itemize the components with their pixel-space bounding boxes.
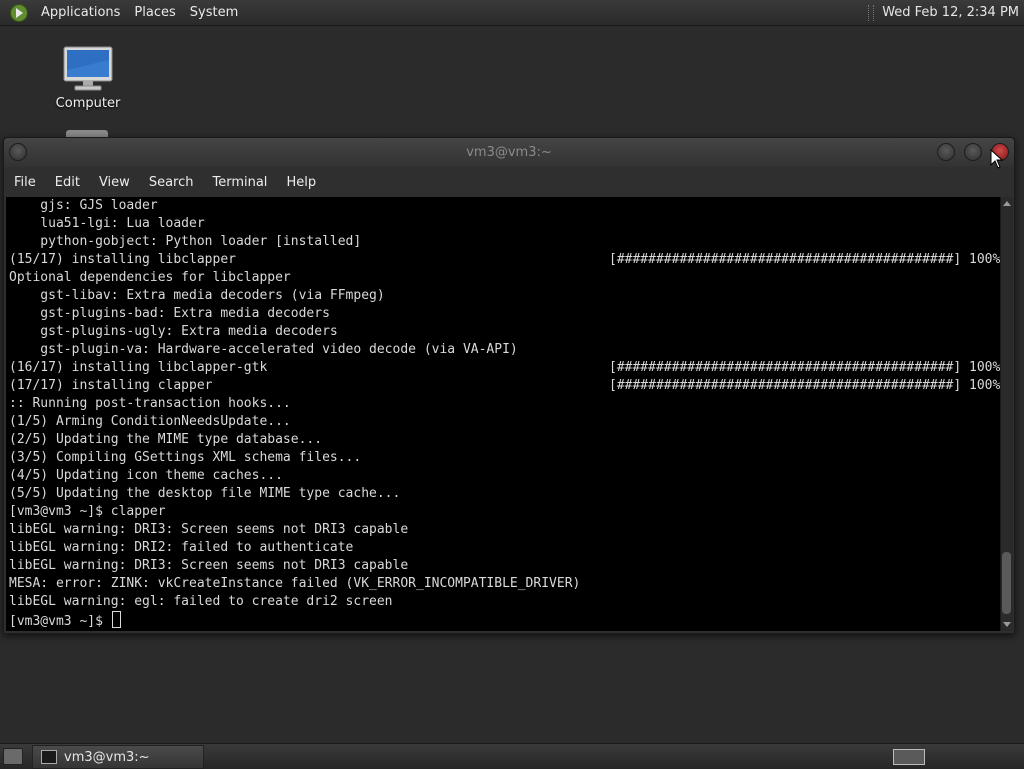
scroll-down-arrow-icon[interactable] xyxy=(1003,622,1011,627)
terminal-line: libEGL warning: DRI3: Screen seems not D… xyxy=(6,557,1000,575)
terminal-line: lua51-lgi: Lua loader xyxy=(6,215,1000,233)
menu-terminal[interactable]: Terminal xyxy=(202,175,276,190)
terminal-line: :: Running post-transaction hooks... xyxy=(6,395,1000,413)
desktop-icon-computer[interactable]: Computer xyxy=(48,46,128,111)
terminal-line: gst-libav: Extra media decoders (via FFm… xyxy=(6,287,1000,305)
bottom-panel: vm3@vm3:~ xyxy=(0,743,1024,769)
terminal-icon xyxy=(41,750,57,764)
text-cursor xyxy=(111,611,121,628)
minimize-button[interactable] xyxy=(937,143,955,161)
titlebar[interactable]: vm3@vm3:~ xyxy=(4,138,1014,167)
terminal-line: (16/17) installing libclapper-gtk [######… xyxy=(6,359,1000,377)
terminal-line-text: [vm3@vm3 ~]$ clapper xyxy=(9,504,166,519)
terminal-line: python-gobject: Python loader [installed… xyxy=(6,233,1000,251)
scrollbar[interactable] xyxy=(1000,197,1013,631)
scrollbar-thumb[interactable] xyxy=(1002,552,1011,614)
terminal-line-text: gst-plugins-bad: Extra media decoders xyxy=(9,306,330,321)
computer-icon xyxy=(63,46,113,91)
terminal-line-text: Optional dependencies for libclapper xyxy=(9,270,291,285)
menu-edit[interactable]: Edit xyxy=(45,175,89,190)
terminal-line-text: (3/5) Compiling GSettings XML schema fil… xyxy=(9,450,362,465)
terminal-output[interactable]: gjs: GJS loader lua51-lgi: Lua loader py… xyxy=(6,197,1000,631)
terminal-line: (2/5) Updating the MIME type database... xyxy=(6,431,1000,449)
progress-bar-text: [#######################################… xyxy=(609,360,1000,375)
terminal-window[interactable]: vm3@vm3:~ File Edit View Search Terminal… xyxy=(3,137,1015,634)
menu-system[interactable]: System xyxy=(183,5,245,20)
terminal-line-text: gjs: GJS loader xyxy=(9,198,158,213)
terminal-line: gst-plugin-va: Hardware-accelerated vide… xyxy=(6,341,1000,359)
terminal-line-text: python-gobject: Python loader [installed… xyxy=(9,234,362,249)
menu-help[interactable]: Help xyxy=(276,175,325,190)
panel-separator xyxy=(868,4,875,21)
terminal-line: (5/5) Updating the desktop file MIME typ… xyxy=(6,485,1000,503)
terminal-line-text: :: Running post-transaction hooks... xyxy=(9,396,291,411)
terminal-line: [vm3@vm3 ~]$ clapper xyxy=(6,503,1000,521)
terminal-line-text: gst-plugin-va: Hardware-accelerated vide… xyxy=(9,342,518,357)
progress-bar-text: [#######################################… xyxy=(609,378,1000,393)
taskbar-button-terminal[interactable]: vm3@vm3:~ xyxy=(32,745,204,769)
desktop-icon-label: Computer xyxy=(55,96,121,111)
menu-places[interactable]: Places xyxy=(127,5,182,20)
clock[interactable]: Wed Feb 12, 2:34 PM xyxy=(882,5,1019,20)
menu-search[interactable]: Search xyxy=(139,175,203,190)
terminal-line-text: gst-libav: Extra media decoders (via FFm… xyxy=(9,288,385,303)
terminal-line-text: MESA: error: ZINK: vkCreateInstance fail… xyxy=(9,576,581,591)
workspace-switcher[interactable] xyxy=(893,749,925,765)
menu-file[interactable]: File xyxy=(4,175,45,190)
terminal-line-text: libEGL warning: DRI3: Screen seems not D… xyxy=(9,522,409,537)
terminal-line-text: gst-plugins-ugly: Extra media decoders xyxy=(9,324,338,339)
terminal-line: (15/17) installing libclapper [##########… xyxy=(6,251,1000,269)
terminal-line-text: libEGL warning: egl: failed to create dr… xyxy=(9,594,393,609)
progress-bar-text: [#######################################… xyxy=(609,252,1000,267)
prompt-line[interactable]: [vm3@vm3 ~]$ xyxy=(6,611,1000,629)
clock-area: Wed Feb 12, 2:34 PM xyxy=(868,4,1019,21)
window-title: vm3@vm3:~ xyxy=(466,145,552,160)
menu-view[interactable]: View xyxy=(89,175,139,190)
terminal-line-text: (17/17) installing clapper xyxy=(9,378,213,393)
terminal-line: (3/5) Compiling GSettings XML schema fil… xyxy=(6,449,1000,467)
terminal-line-text: (15/17) installing libclapper xyxy=(9,252,236,267)
prompt-text: [vm3@vm3 ~]$ xyxy=(9,614,111,629)
taskbar-label: vm3@vm3:~ xyxy=(64,749,150,765)
scroll-up-arrow-icon[interactable] xyxy=(1003,201,1011,206)
terminal-line: gjs: GJS loader xyxy=(6,197,1000,215)
terminal-line-text: libEGL warning: DRI2: failed to authenti… xyxy=(9,540,354,555)
menubar: File Edit View Search Terminal Help xyxy=(4,167,1014,197)
terminal-line: (4/5) Updating icon theme caches... xyxy=(6,467,1000,485)
terminal-line-text: (5/5) Updating the desktop file MIME typ… xyxy=(9,486,401,501)
terminal-line: (17/17) installing clapper [#############… xyxy=(6,377,1000,395)
terminal-line: Optional dependencies for libclapper xyxy=(6,269,1000,287)
terminal-line: libEGL warning: DRI2: failed to authenti… xyxy=(6,539,1000,557)
maximize-button[interactable] xyxy=(964,143,982,161)
mate-logo-icon[interactable] xyxy=(10,3,28,22)
terminal-line-text: libEGL warning: DRI3: Screen seems not D… xyxy=(9,558,409,573)
show-desktop-icon[interactable] xyxy=(3,748,23,765)
terminal-line-text: lua51-lgi: Lua loader xyxy=(9,216,205,231)
terminal-line: gst-plugins-ugly: Extra media decoders xyxy=(6,323,1000,341)
menu-applications[interactable]: Applications xyxy=(34,5,127,20)
terminal-line: libEGL warning: DRI3: Screen seems not D… xyxy=(6,521,1000,539)
terminal-line-text: (1/5) Arming ConditionNeedsUpdate... xyxy=(9,414,291,429)
terminal-line: (1/5) Arming ConditionNeedsUpdate... xyxy=(6,413,1000,431)
terminal-line-text: (16/17) installing libclapper-gtk xyxy=(9,360,268,375)
terminal-line-text: (4/5) Updating icon theme caches... xyxy=(9,468,283,483)
mouse-pointer-icon xyxy=(990,149,1004,169)
terminal-line: MESA: error: ZINK: vkCreateInstance fail… xyxy=(6,575,1000,593)
terminal-line-text: (2/5) Updating the MIME type database... xyxy=(9,432,323,447)
terminal-line: libEGL warning: egl: failed to create dr… xyxy=(6,593,1000,611)
top-panel: Applications Places System Wed Feb 12, 2… xyxy=(0,0,1024,26)
terminal-line: gst-plugins-bad: Extra media decoders xyxy=(6,305,1000,323)
